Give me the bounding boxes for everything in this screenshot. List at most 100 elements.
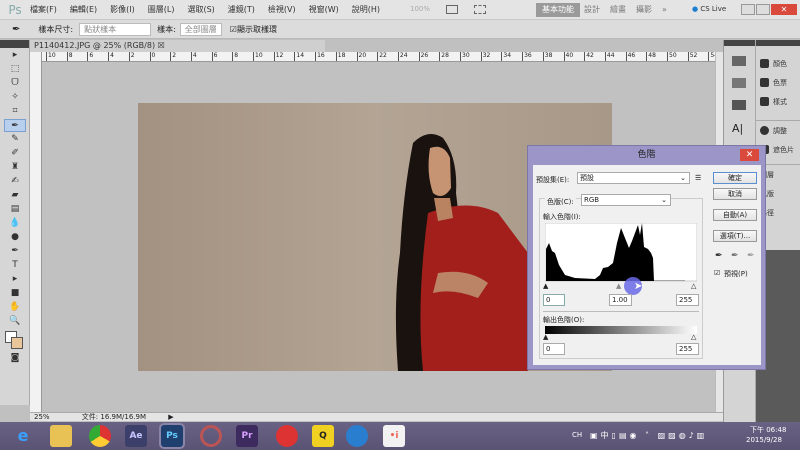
healing-brush-tool-icon[interactable]: ✎	[4, 133, 26, 146]
history-icon[interactable]	[732, 78, 746, 88]
hand-tool-icon[interactable]: ✋	[4, 301, 26, 314]
document-tab[interactable]: P1140412.JPG @ 25% (RGB/8) ☒	[30, 40, 325, 52]
menu-edit[interactable]: 編輯(E)	[70, 4, 97, 15]
menu-view[interactable]: 檢視(V)	[268, 4, 296, 15]
premiere-icon[interactable]: Pr	[236, 425, 258, 447]
sample-select[interactable]: 全部圖層	[179, 22, 222, 36]
color-swatches[interactable]	[0, 329, 29, 351]
close-document-icon[interactable]: ☒	[158, 41, 165, 50]
status-zoom[interactable]: 25%	[34, 413, 50, 421]
menu-select[interactable]: 選取(S)	[187, 4, 214, 15]
input-white-slider[interactable]: △	[691, 282, 696, 290]
input-white-field[interactable]: 255	[676, 294, 699, 306]
input-gamma-slider[interactable]: ▲	[616, 282, 621, 290]
menu-filter[interactable]: 濾鏡(T)	[228, 4, 255, 15]
input-gamma-field[interactable]: 1.00	[609, 294, 632, 306]
blur-tool-icon[interactable]: 💧	[4, 217, 26, 230]
ie-icon[interactable]: e	[12, 425, 34, 447]
app-icon[interactable]	[200, 425, 222, 447]
history-brush-tool-icon[interactable]: ✍	[4, 175, 26, 188]
preset-select[interactable]: 預設 ⌄	[577, 172, 690, 184]
dialog-close-button[interactable]: ✕	[740, 149, 759, 161]
marquee-tool-icon[interactable]: ⬚	[4, 63, 26, 76]
sample-size-select[interactable]: 點狀樣本	[79, 22, 152, 36]
magic-wand-tool-icon[interactable]: ✧	[4, 91, 26, 104]
status-file-size: 文件: 16.9M/16.9M	[81, 413, 146, 421]
panel-swatches[interactable]: 色票	[756, 73, 800, 92]
app-icon-yellow[interactable]: Q	[312, 425, 334, 447]
preview-checkbox[interactable]: ☑	[714, 269, 720, 277]
mini-bridge-icon[interactable]	[732, 56, 746, 66]
menu-file[interactable]: 檔案(F)	[30, 4, 57, 15]
downloader-icon[interactable]	[276, 425, 298, 447]
quick-mask-icon[interactable]: ◙	[4, 352, 26, 365]
menu-help[interactable]: 說明(H)	[352, 4, 380, 15]
toolbar-header[interactable]	[0, 40, 29, 48]
panel-adjustments[interactable]: 調整	[756, 121, 800, 140]
app-icon-blue[interactable]	[346, 425, 368, 447]
input-language[interactable]: CH	[572, 431, 582, 439]
eyedropper-icon[interactable]: ✒	[12, 24, 20, 35]
workspace-more[interactable]: »	[656, 3, 673, 17]
background-color[interactable]	[11, 337, 23, 349]
minimize-button[interactable]	[741, 4, 755, 15]
restore-button[interactable]	[756, 4, 770, 15]
after-effects-icon[interactable]: Ae	[125, 425, 147, 447]
actions-icon[interactable]	[732, 100, 746, 110]
app-icon-slides[interactable]: •i	[383, 425, 405, 447]
show-ring-checkbox[interactable]: ☑	[230, 25, 237, 34]
preset-options-icon[interactable]: ☰	[695, 174, 701, 182]
system-tray-icons[interactable]: ▣中▯▤◉ ˄ ▨▨◍♪▥	[590, 430, 707, 441]
shape-tool-icon[interactable]: ■	[4, 287, 26, 300]
cs-live-button[interactable]: ● CS Live	[692, 5, 726, 13]
type-tool-icon[interactable]: T	[4, 259, 26, 272]
chrome-icon[interactable]	[89, 425, 111, 447]
file-explorer-icon[interactable]	[50, 425, 72, 447]
lasso-tool-icon[interactable]: ᗜ	[4, 77, 26, 90]
workspace-design[interactable]: 設計	[578, 3, 606, 17]
screen-mode-icon[interactable]	[474, 5, 486, 14]
panel-color[interactable]: 顏色	[756, 54, 800, 73]
eyedropper-tool-icon[interactable]: ✒	[4, 119, 26, 132]
crop-tool-icon[interactable]: ⌗	[4, 105, 26, 118]
output-white-slider[interactable]: △	[691, 333, 696, 341]
cancel-button[interactable]: 取消	[713, 188, 757, 200]
menu-layer[interactable]: 圖層(L)	[148, 4, 175, 15]
channel-select[interactable]: RGB ⌄	[581, 194, 671, 206]
workspace-photography[interactable]: 攝影	[630, 3, 658, 17]
input-black-field[interactable]: 0	[543, 294, 565, 306]
workspace-painting[interactable]: 繪畫	[604, 3, 632, 17]
arrange-icon[interactable]	[446, 5, 458, 14]
menu-image[interactable]: 影像(I)	[110, 4, 135, 15]
eraser-tool-icon[interactable]: ▰	[4, 189, 26, 202]
output-white-field[interactable]: 255	[676, 343, 699, 355]
ruler-tick: 4	[190, 52, 197, 61]
path-selection-tool-icon[interactable]: ▸	[4, 273, 26, 286]
white-point-eyedropper-icon[interactable]: ✒	[747, 251, 755, 261]
clone-stamp-tool-icon[interactable]: ♜	[4, 161, 26, 174]
options-button[interactable]: 選項(T)...	[713, 230, 757, 242]
output-black-slider[interactable]: ▲	[543, 333, 548, 341]
menu-window[interactable]: 視窗(W)	[309, 4, 339, 15]
status-menu-arrow-icon[interactable]: ▶	[168, 413, 173, 421]
pen-tool-icon[interactable]: ✒	[4, 245, 26, 258]
gray-point-eyedropper-icon[interactable]: ✒	[731, 251, 739, 261]
photoshop-taskbar-icon[interactable]: Ps	[159, 423, 185, 449]
panel-styles[interactable]: 樣式	[756, 92, 800, 111]
brush-tool-icon[interactable]: ✐	[4, 147, 26, 160]
output-black-field[interactable]: 0	[543, 343, 565, 355]
character-icon[interactable]: A|	[732, 122, 747, 135]
auto-button[interactable]: 自動(A)	[713, 209, 757, 221]
black-point-eyedropper-icon[interactable]: ✒	[715, 251, 723, 261]
clock-date[interactable]: 2015/9/28	[746, 436, 782, 444]
workspace-essentials[interactable]: 基本功能	[536, 3, 580, 17]
close-app-button[interactable]: ✕	[771, 4, 797, 15]
dodge-tool-icon[interactable]: ●	[4, 231, 26, 244]
zoom-level[interactable]: 100%	[410, 5, 430, 13]
input-black-slider[interactable]: ▲	[543, 282, 548, 290]
gradient-tool-icon[interactable]: ▤	[4, 203, 26, 216]
ok-button[interactable]: 確定	[713, 172, 757, 184]
move-tool-icon[interactable]: ▸	[4, 49, 26, 62]
clock-time[interactable]: 下午 06:48	[750, 425, 786, 435]
zoom-tool-icon[interactable]: 🔍	[4, 315, 26, 328]
